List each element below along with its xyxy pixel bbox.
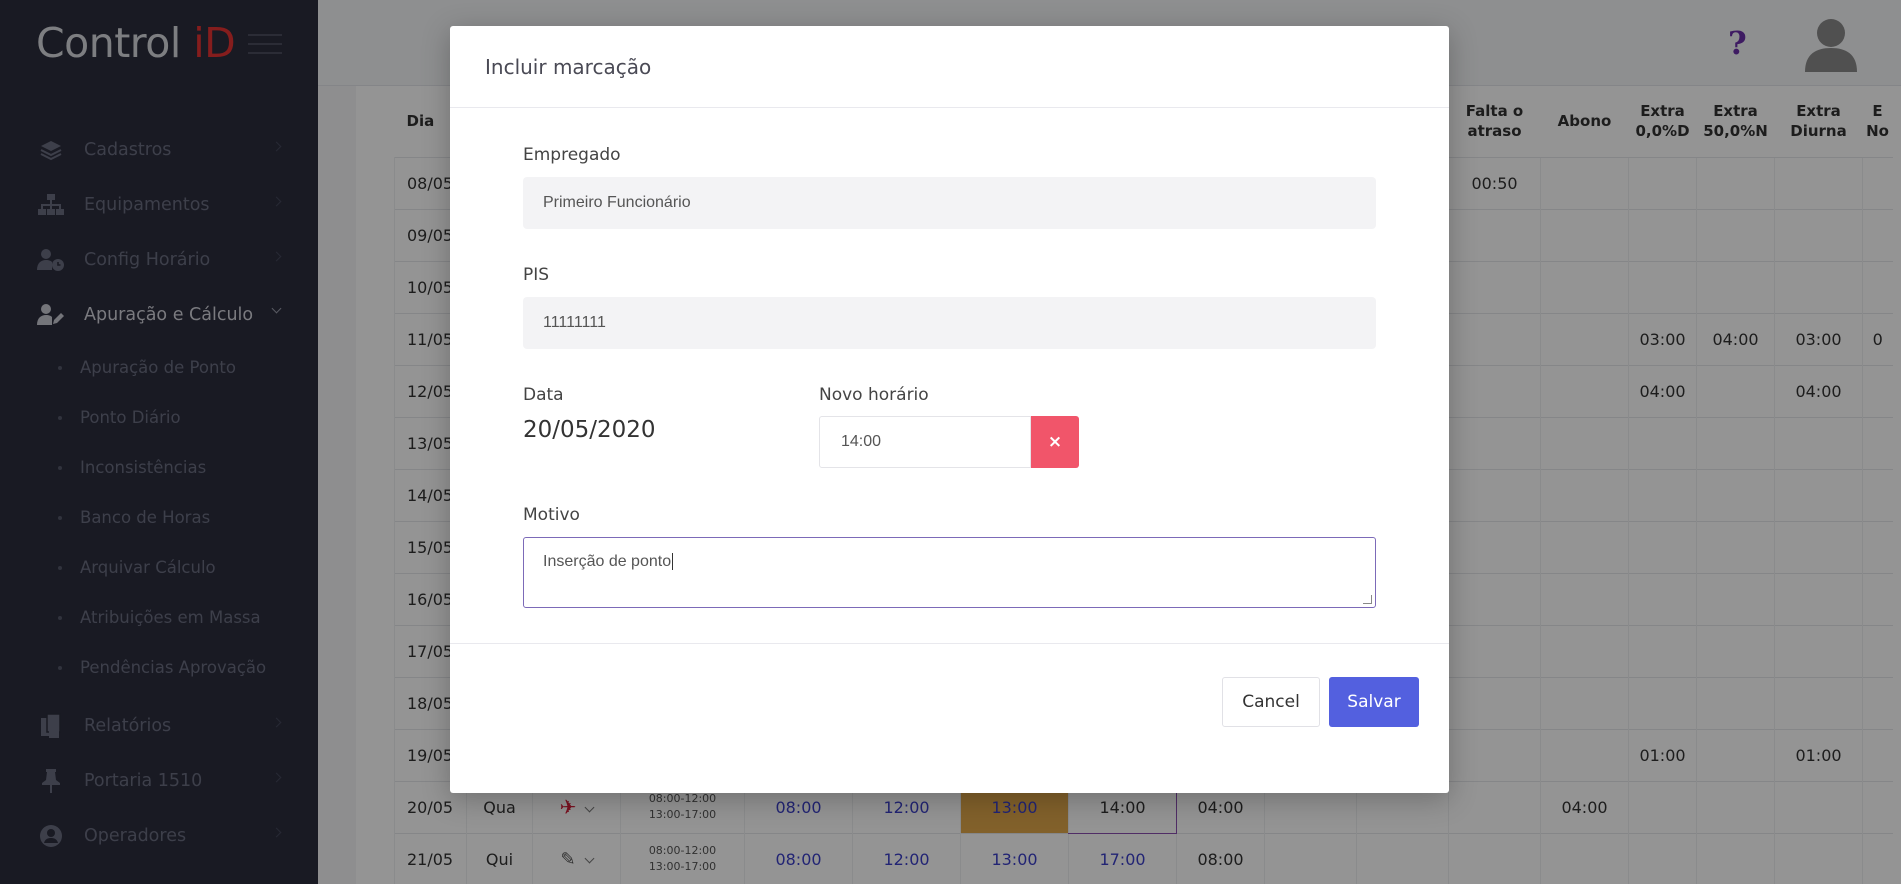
- date-label: Data: [523, 385, 564, 405]
- employee-field: Primeiro Funcionário: [523, 177, 1376, 229]
- modal-title: Incluir marcação: [485, 54, 652, 79]
- cancel-button[interactable]: Cancel: [1222, 677, 1320, 727]
- resize-handle-icon[interactable]: [1363, 595, 1372, 604]
- modal-footer: Cancel Salvar: [450, 643, 1449, 793]
- modal-header: Incluir marcação: [450, 26, 1449, 108]
- employee-label: Empregado: [523, 145, 621, 165]
- app-root: Control iD Cadastros Equipamentos Config…: [0, 0, 1901, 884]
- reason-label: Motivo: [523, 505, 580, 525]
- include-mark-modal: Incluir marcação Empregado Primeiro Func…: [450, 26, 1449, 793]
- reason-textarea[interactable]: Inserção de ponto: [523, 537, 1376, 608]
- new-time-input[interactable]: 14:00: [819, 416, 1031, 468]
- reason-text: Inserção de ponto: [543, 553, 672, 570]
- date-value: 20/05/2020: [523, 417, 656, 443]
- clear-time-button[interactable]: ×: [1031, 416, 1079, 468]
- pis-field: 11111111: [523, 297, 1376, 349]
- pis-label: PIS: [523, 265, 550, 285]
- save-button[interactable]: Salvar: [1329, 677, 1419, 727]
- text-caret: [672, 553, 674, 571]
- new-time-label: Novo horário: [819, 385, 929, 405]
